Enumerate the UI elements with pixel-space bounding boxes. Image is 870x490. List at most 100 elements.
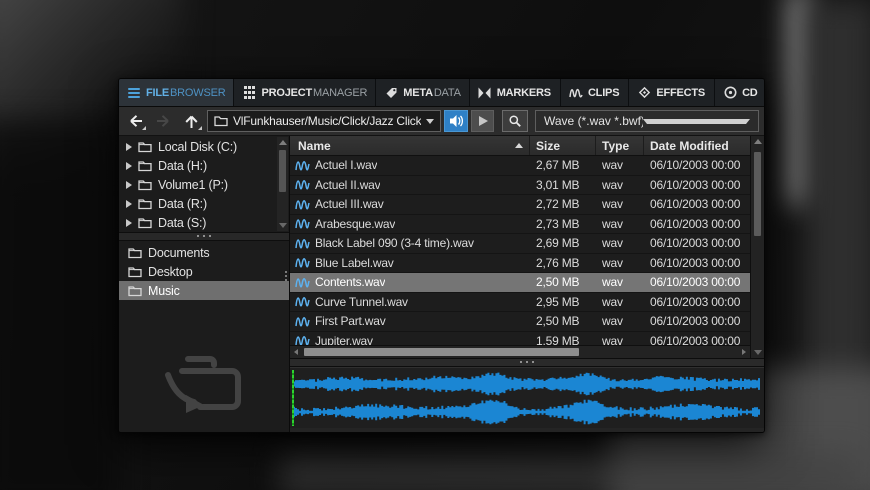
file-name: Blue Label.wav <box>315 256 394 270</box>
sort-ascending-icon <box>515 143 523 148</box>
favorite-item[interactable]: Documents <box>119 243 289 262</box>
auto-play-toggle[interactable] <box>444 110 468 132</box>
file-row[interactable]: Actuel III.wav 2,72 MB wav 06/10/2003 00… <box>290 195 750 215</box>
scroll-right-button[interactable] <box>738 349 750 355</box>
folder-icon <box>138 179 152 191</box>
file-size: 3,01 MB <box>530 178 596 192</box>
scroll-down-icon[interactable] <box>754 350 762 355</box>
vertical-scrollbar-thumb[interactable] <box>754 152 761 236</box>
file-row[interactable]: Jupiter.wav 1,59 MB wav 06/10/2003 00:00 <box>290 332 750 346</box>
favorite-label: Music <box>148 284 180 298</box>
file-row[interactable]: First Part.wav 2,50 MB wav 06/10/2003 00… <box>290 312 750 332</box>
expand-arrow-icon[interactable] <box>126 162 132 170</box>
tab-cd[interactable]: CD <box>715 79 765 106</box>
tab-label: PROJECT <box>261 87 312 99</box>
file-name: Actuel I.wav <box>315 158 377 172</box>
drive-label: Local Disk (C:) <box>158 140 237 154</box>
wave-icon <box>569 86 583 100</box>
tab-markers[interactable]: MARKERS <box>470 79 561 106</box>
play-icon <box>479 116 488 126</box>
expand-arrow-icon[interactable] <box>126 181 132 189</box>
wav-file-icon <box>295 217 310 230</box>
file-row[interactable]: Arabesque.wav 2,73 MB wav 06/10/2003 00:… <box>290 215 750 235</box>
drive-tree-item[interactable]: Local Disk (C:) <box>119 137 275 156</box>
forward-button[interactable] <box>151 110 176 132</box>
scroll-up-icon[interactable] <box>279 140 287 145</box>
file-date: 06/10/2003 00:00 <box>644 314 750 328</box>
favorite-item[interactable]: Music <box>119 281 289 300</box>
expand-arrow-icon[interactable] <box>126 143 132 151</box>
navigation-toolbar: VlFunkhauser/Music/Click/Jazz Clicks Wav… <box>119 107 764 136</box>
scroll-left-button[interactable] <box>290 349 302 355</box>
file-type: wav <box>596 178 644 192</box>
tab-label: FILE <box>146 87 169 99</box>
file-row[interactable]: Contents.wav 2,50 MB wav 06/10/2003 00:0… <box>290 273 750 293</box>
audio-preview[interactable] <box>290 367 764 428</box>
drive-tree-item[interactable]: Data (H:) <box>119 156 275 175</box>
file-type: wav <box>596 314 644 328</box>
tab-project-manager[interactable]: PROJECTMANAGER <box>234 79 376 106</box>
scroll-right-icon <box>742 349 746 355</box>
filter-value: Wave (*.wav *.bwf) <box>544 114 643 128</box>
file-row[interactable]: Curve Tunnel.wav 2,95 MB wav 06/10/2003 … <box>290 293 750 313</box>
tab-label: MARKERS <box>497 87 551 99</box>
waveform-channel-left <box>294 371 761 397</box>
drive-tree-item[interactable]: Volume1 (P:) <box>119 175 275 194</box>
preview-splitter[interactable] <box>290 358 764 367</box>
back-button[interactable] <box>123 110 148 132</box>
column-header-name[interactable]: Name <box>290 136 530 155</box>
grid-icon <box>242 86 256 100</box>
file-name: Contents.wav <box>315 275 385 289</box>
file-type: wav <box>596 236 644 250</box>
folder-icon <box>128 285 142 297</box>
drive-tree-item[interactable]: Data (S:) <box>119 213 275 232</box>
favorite-item[interactable]: Desktop <box>119 262 289 281</box>
scroll-up-icon[interactable] <box>754 139 762 144</box>
horizontal-scrollbar-thumb[interactable] <box>304 348 579 356</box>
horizontal-scroll-track[interactable] <box>302 346 738 358</box>
speaker-icon <box>449 114 464 128</box>
wav-file-icon <box>295 334 310 345</box>
column-header-size[interactable]: Size <box>530 136 596 155</box>
scroll-down-icon[interactable] <box>279 223 287 228</box>
column-header-date[interactable]: Date Modified <box>644 136 750 155</box>
drive-tree-item[interactable]: Data (R:) <box>119 194 275 213</box>
folder-icon <box>138 160 152 172</box>
tag-icon <box>384 86 398 100</box>
file-date: 06/10/2003 00:00 <box>644 256 750 270</box>
drive-label: Volume1 (P:) <box>158 178 228 192</box>
play-button[interactable] <box>471 110 494 132</box>
up-button[interactable] <box>179 110 204 132</box>
file-row[interactable]: Black Label 090 (3-4 time).wav 2,69 MB w… <box>290 234 750 254</box>
folder-icon <box>138 141 152 153</box>
file-row[interactable]: Actuel I.wav 2,67 MB wav 06/10/2003 00:0… <box>290 156 750 176</box>
search-button[interactable] <box>502 110 528 132</box>
column-header-type[interactable]: Type <box>596 136 644 155</box>
tab-meta-data[interactable]: METADATA <box>376 79 469 106</box>
dropdown-corner-icon <box>198 126 202 130</box>
tree-favorites-splitter[interactable] <box>119 232 289 241</box>
file-row[interactable]: Actuel II.wav 3,01 MB wav 06/10/2003 00:… <box>290 176 750 196</box>
file-date: 06/10/2003 00:00 <box>644 178 750 192</box>
expand-arrow-icon[interactable] <box>126 200 132 208</box>
tree-scrollbar[interactable] <box>277 137 288 231</box>
wav-file-icon <box>295 198 310 211</box>
tree-scrollbar-thumb[interactable] <box>279 150 286 192</box>
wav-file-icon <box>295 295 310 308</box>
file-size: 1,59 MB <box>530 334 596 345</box>
folder-icon <box>128 266 142 278</box>
expand-arrow-icon[interactable] <box>126 219 132 227</box>
file-date: 06/10/2003 00:00 <box>644 197 750 211</box>
path-combo-box[interactable]: VlFunkhauser/Music/Click/Jazz Clicks <box>207 110 441 132</box>
file-type-filter-combo[interactable]: Wave (*.wav *.bwf) <box>535 110 759 132</box>
search-icon <box>508 114 522 128</box>
tab-file-browser[interactable]: FILEBROWSER <box>119 79 234 106</box>
tab-effects[interactable]: EFFECTS <box>629 79 715 106</box>
horizontal-scrollbar[interactable] <box>290 345 750 358</box>
tab-clips[interactable]: CLIPS <box>561 79 629 106</box>
panel-resize-grip[interactable] <box>285 269 288 283</box>
vertical-scrollbar[interactable] <box>750 136 764 358</box>
browser-content: Local Disk (C:) Data (H:) Volume1 (P:) D… <box>119 136 764 432</box>
file-name: Actuel III.wav <box>315 197 384 211</box>
file-row[interactable]: Blue Label.wav 2,76 MB wav 06/10/2003 00… <box>290 254 750 274</box>
